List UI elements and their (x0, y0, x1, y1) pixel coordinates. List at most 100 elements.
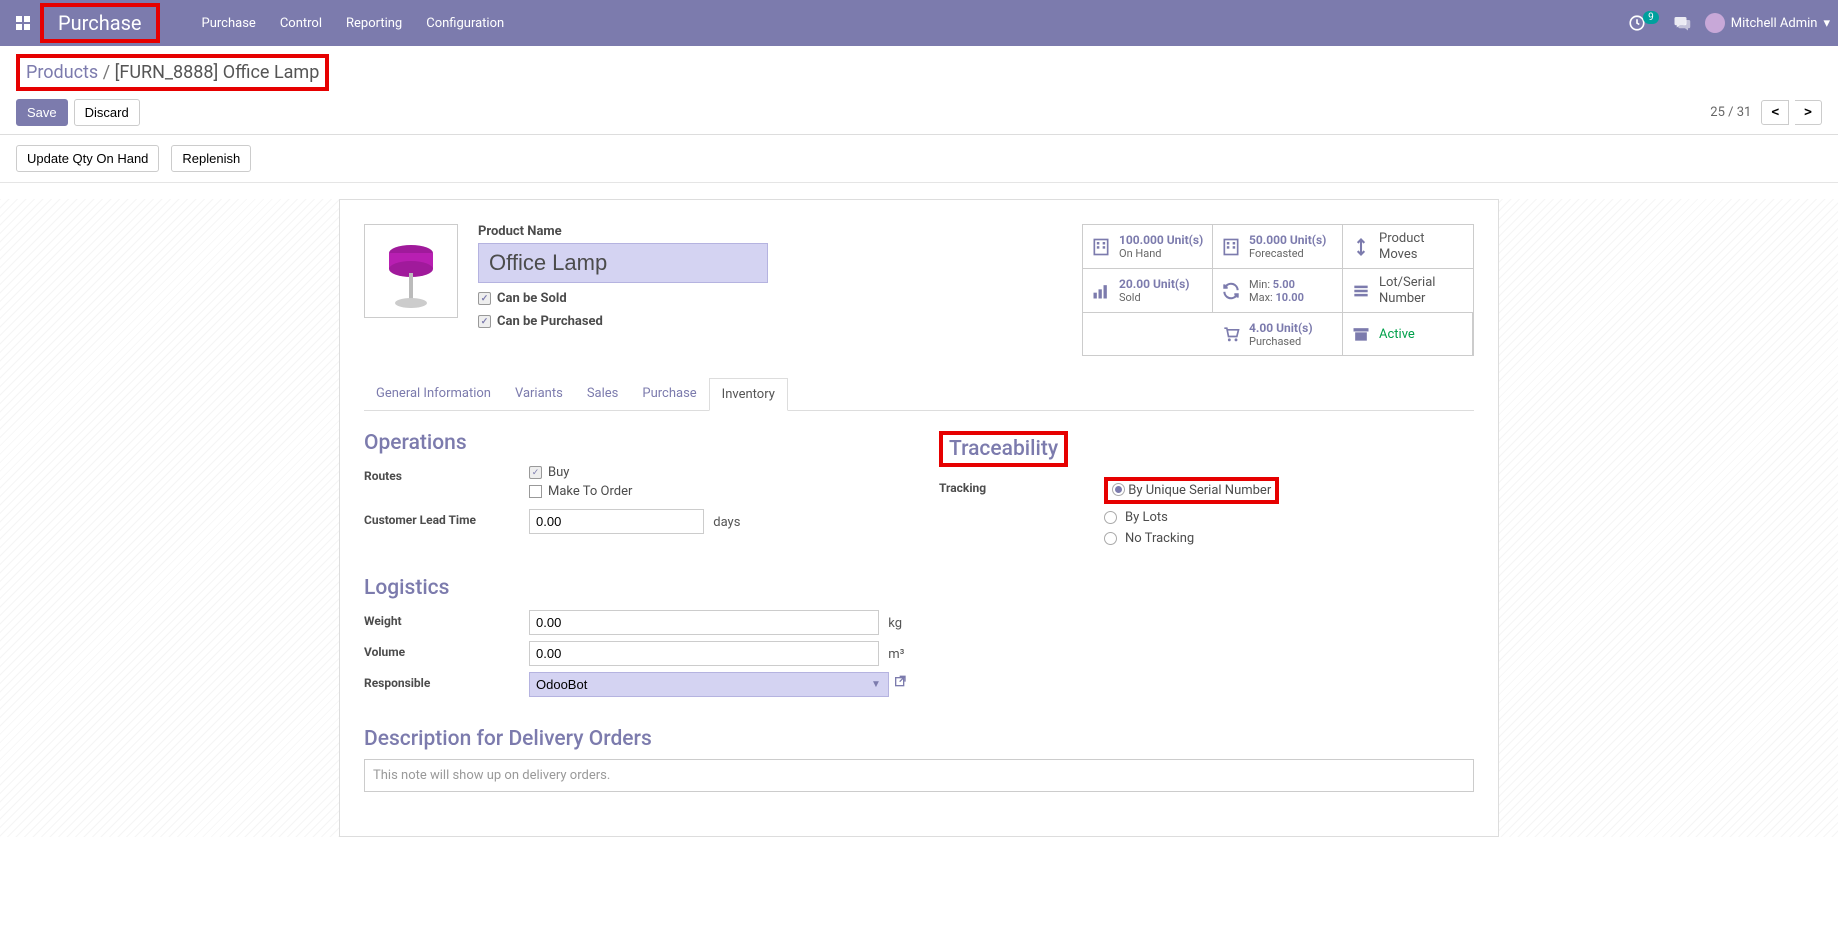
building-icon (1221, 237, 1241, 257)
tab-inventory[interactable]: Inventory (709, 378, 788, 411)
volume-unit: m³ (888, 647, 904, 662)
tracking-none-label: No Tracking (1125, 531, 1194, 546)
stat-reorder-text: Min: 5.00 Max: 10.00 (1249, 278, 1304, 304)
stat-onhand-button[interactable]: 100.000 Unit(s)On Hand (1083, 225, 1213, 269)
tab-variants[interactable]: Variants (503, 378, 575, 410)
stat-lot-button[interactable]: Lot/Serial Number (1343, 269, 1473, 313)
stat-moves-label: Product Moves (1379, 231, 1465, 262)
form-sheet: Product Name ✓ Can be Sold ✓ Can be Purc… (339, 199, 1499, 837)
stat-active-label: Active (1379, 327, 1415, 343)
can-be-purchased-checkbox[interactable]: ✓ (478, 315, 491, 328)
chart-icon (1091, 281, 1111, 301)
breadcrumb-active: [FURN_8888] Office Lamp (115, 62, 320, 83)
stat-onhand-value: 100.000 Unit(s) (1119, 233, 1203, 247)
main-menu: Purchase Control Reporting Configuration (190, 16, 517, 31)
control-panel: Products / [FURN_8888] Office Lamp Save … (0, 46, 1838, 135)
can-be-purchased-label: Can be Purchased (497, 314, 603, 329)
top-navbar: Purchase Purchase Control Reporting Conf… (0, 0, 1838, 46)
can-be-sold-label: Can be Sold (497, 291, 567, 306)
caret-down-icon: ▾ (1823, 16, 1830, 31)
user-name: Mitchell Admin (1731, 16, 1818, 31)
route-buy-checkbox[interactable]: ✓ (529, 466, 542, 479)
stat-active-button[interactable]: Active (1343, 313, 1473, 355)
lead-time-label: Customer Lead Time (364, 509, 529, 527)
tracking-label: Tracking (939, 477, 1104, 495)
breadcrumb: Products / [FURN_8888] Office Lamp (16, 54, 329, 91)
menu-reporting[interactable]: Reporting (334, 16, 414, 31)
tracking-serial-label: By Unique Serial Number (1128, 483, 1271, 498)
lead-time-input[interactable] (529, 509, 704, 534)
can-be-sold-checkbox[interactable]: ✓ (478, 292, 491, 305)
traceability-heading: Traceability (939, 431, 1068, 467)
route-buy-label: Buy (548, 465, 569, 480)
stat-forecast-label: Forecasted (1249, 247, 1326, 260)
pager-prev-button[interactable]: < (1761, 100, 1789, 125)
stat-sold-button[interactable]: 20.00 Unit(s)Sold (1083, 269, 1213, 313)
delivery-desc-heading: Description for Delivery Orders (364, 727, 1474, 751)
pager-next-button[interactable]: > (1795, 100, 1822, 125)
route-mto-checkbox[interactable] (529, 485, 542, 498)
logistics-heading: Logistics (364, 576, 909, 600)
apps-menu-button[interactable] (8, 8, 38, 38)
stat-purchased-value: 4.00 Unit(s) (1249, 321, 1313, 335)
stat-moves-button[interactable]: Product Moves (1343, 225, 1473, 269)
archive-icon (1351, 324, 1371, 344)
stat-buttons: 100.000 Unit(s)On Hand 50.000 Unit(s)For… (1082, 224, 1474, 356)
product-name-label: Product Name (478, 224, 768, 239)
stat-sold-value: 20.00 Unit(s) (1119, 277, 1189, 291)
module-brand[interactable]: Purchase (40, 3, 160, 43)
refresh-icon (1221, 281, 1241, 301)
stat-purchased-label: Purchased (1249, 335, 1313, 348)
stat-forecast-button[interactable]: 50.000 Unit(s)Forecasted (1213, 225, 1343, 269)
weight-unit: kg (888, 616, 902, 631)
responsible-label: Responsible (364, 672, 529, 690)
discard-button[interactable]: Discard (74, 99, 140, 126)
weight-input[interactable] (529, 610, 879, 635)
stat-purchased-button[interactable]: 4.00 Unit(s)Purchased (1213, 313, 1343, 355)
routes-label: Routes (364, 465, 529, 483)
product-tabs: General Information Variants Sales Purch… (364, 378, 1474, 411)
volume-label: Volume (364, 641, 529, 659)
stat-forecast-value: 50.000 Unit(s) (1249, 233, 1326, 247)
product-image[interactable] (364, 224, 458, 318)
messages-icon[interactable] (1673, 14, 1691, 32)
stat-sold-label: Sold (1119, 291, 1189, 304)
activities-badge: 9 (1643, 11, 1659, 24)
weight-label: Weight (364, 610, 529, 628)
action-button-bar: Update Qty On Hand Replenish (0, 135, 1838, 183)
user-avatar-icon (1705, 13, 1725, 33)
tab-sales[interactable]: Sales (575, 378, 631, 410)
bars-icon (1351, 281, 1371, 301)
lead-time-unit: days (713, 515, 740, 530)
pager-text[interactable]: 25 / 31 (1710, 105, 1751, 120)
cart-icon (1221, 324, 1241, 344)
save-button[interactable]: Save (16, 99, 68, 126)
external-link-icon[interactable] (893, 675, 909, 695)
stat-reorder-button[interactable]: Min: 5.00 Max: 10.00 (1213, 269, 1343, 313)
tracking-lots-label: By Lots (1125, 510, 1168, 525)
menu-control[interactable]: Control (268, 16, 334, 31)
breadcrumb-root[interactable]: Products (26, 62, 98, 83)
replenish-button[interactable]: Replenish (171, 145, 251, 172)
menu-purchase[interactable]: Purchase (190, 16, 268, 31)
product-name-input[interactable] (478, 243, 768, 283)
tracking-serial-radio[interactable] (1112, 483, 1125, 496)
update-qty-button[interactable]: Update Qty On Hand (16, 145, 159, 172)
tracking-none-radio[interactable] (1104, 532, 1117, 545)
user-menu[interactable]: Mitchell Admin ▾ (1705, 13, 1830, 33)
responsible-input[interactable] (529, 672, 889, 697)
operations-heading: Operations (364, 431, 899, 455)
tab-purchase[interactable]: Purchase (630, 378, 708, 410)
route-mto-label: Make To Order (548, 484, 632, 499)
breadcrumb-sep: / (103, 62, 110, 83)
delivery-desc-textarea[interactable]: This note will show up on delivery order… (364, 759, 1474, 792)
activities-icon[interactable]: 9 (1628, 14, 1659, 32)
arrows-v-icon (1351, 237, 1371, 257)
menu-configuration[interactable]: Configuration (414, 16, 516, 31)
volume-input[interactable] (529, 641, 879, 666)
stat-onhand-label: On Hand (1119, 247, 1203, 260)
tab-general-information[interactable]: General Information (364, 378, 503, 410)
form-area: Product Name ✓ Can be Sold ✓ Can be Purc… (0, 199, 1838, 837)
building-icon (1091, 237, 1111, 257)
tracking-lots-radio[interactable] (1104, 511, 1117, 524)
